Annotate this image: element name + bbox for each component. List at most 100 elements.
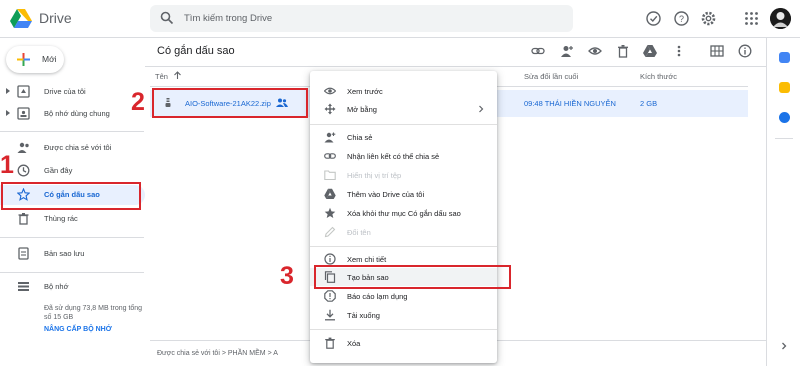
help-icon[interactable]: ? [673,10,690,27]
drive-logo-icon[interactable] [10,9,32,28]
sidebar-divider [0,237,144,238]
info-icon[interactable] [738,44,752,58]
link-icon[interactable] [531,44,545,58]
search-bar[interactable]: Tìm kiếm trong Drive [150,5,573,32]
share-icon [324,132,336,143]
menu-item-show-location[interactable]: Hiển thị vị trí tệp [310,166,497,184]
sidebar-item-shared-with-me[interactable]: Được chia sẻ với tôi [0,138,145,158]
menu-item-label: Đổi tên [347,228,371,237]
page-title: Có gắn dấu sao [157,45,235,57]
annotation-box-starred [1,182,141,210]
menu-item-label: Hiển thị vị trí tệp [347,171,402,180]
sidebar-item-label: Thùng rác [44,214,78,223]
svg-text:?: ? [679,14,684,24]
preview-eye-icon[interactable] [588,44,602,58]
menu-item-add-to-drive[interactable]: Thêm vào Drive của tôi [310,185,497,203]
link-icon [324,153,336,159]
file-size: 2 GB [640,99,658,108]
menu-separator [310,329,497,330]
storage-usage-text: Đã sử dụng 73,8 MB trong tổng số 15 GB [44,305,143,321]
add-to-drive-icon [324,188,336,199]
menu-item-label: Báo cáo lạm dụng [347,292,408,301]
expand-arrow-icon[interactable] [6,110,10,116]
context-menu: Xem trước Mở bằng Chia sẻ Nhận liên kết … [310,71,497,363]
keep-icon[interactable] [779,82,790,93]
sort-arrow-up-icon[interactable] [173,71,182,80]
side-panel-divider [775,138,793,139]
menu-item-report-abuse[interactable]: Báo cáo lạm dụng [310,287,497,305]
breadcrumb-separator: > [267,350,272,357]
search-input[interactable]: Tìm kiếm trong Drive [184,13,272,24]
menu-item-download[interactable]: Tải xuống [310,306,497,324]
sidebar-item-label: Bộ nhớ [44,282,69,291]
file-modified: 09:48 THÁI HIỀN NGUYỄN [524,99,616,108]
search-icon[interactable] [160,11,174,25]
menu-item-remove-star[interactable]: Xóa khỏi thư mục Có gắn dấu sao [310,204,497,222]
shared-drives-icon [17,107,30,120]
sidebar-item-backups[interactable]: Bản sao lưu [0,244,145,264]
calendar-icon[interactable] [779,52,790,63]
breadcrumb-separator: > [221,350,226,357]
sidebar-item-trash[interactable]: Thùng rác [0,209,145,229]
my-drive-icon [17,85,30,98]
sidebar-item-label: Gần đây [44,166,73,175]
menu-item-preview[interactable]: Xem trước [310,82,497,100]
menu-item-label: Xem trước [347,87,383,96]
sidebar-item-my-drive[interactable]: Drive của tôi [0,82,145,102]
storage-icon [18,282,29,291]
menu-item-label: Thêm vào Drive của tôi [347,190,425,199]
column-header-name[interactable]: Tên [155,72,168,81]
trash-icon [325,337,335,349]
trash-icon [18,213,29,225]
grid-view-icon[interactable] [710,44,724,58]
breadcrumb-file[interactable]: A [273,350,278,357]
star-icon [324,207,336,218]
menu-item-share[interactable]: Chia sẻ [310,128,497,146]
apps-grid-icon[interactable] [743,10,760,27]
info-icon [324,253,336,265]
menu-item-rename[interactable]: Đổi tên [310,223,497,241]
sidebar-item-recent[interactable]: Gần đây [0,161,145,181]
sidebar-item-label: Được chia sẻ với tôi [44,143,112,152]
tasks-icon[interactable] [779,112,790,123]
upgrade-storage-link[interactable]: NÂNG CẤP BỘ NHỚ [44,326,112,333]
menu-item-get-link[interactable]: Nhận liên kết có thể chia sẻ [310,147,497,165]
expand-arrow-icon[interactable] [6,88,10,94]
menu-separator [310,124,497,125]
new-button[interactable]: Mới [6,46,64,73]
breadcrumb-folder[interactable]: PHẦN MỀM [228,350,266,357]
share-icon[interactable] [560,44,574,58]
breadcrumb-shared[interactable]: Được chia sẻ với tôi [157,350,220,357]
menu-item-label: Nhận liên kết có thể chia sẻ [347,152,440,161]
sidebar-item-label: Bộ nhớ dùng chung [44,109,110,118]
chevron-right-icon [479,105,484,113]
annotation-number-3: 3 [280,262,294,290]
offline-status-icon[interactable] [645,10,662,27]
top-bar: Drive Tìm kiếm trong Drive ? [0,0,800,38]
more-vert-icon[interactable] [672,44,686,58]
menu-item-label: Xem chi tiết [347,255,387,264]
add-to-drive-icon[interactable] [643,44,657,58]
column-header-size[interactable]: Kích thước [640,72,677,81]
sidebar-item-shared-drives[interactable]: Bộ nhớ dùng chung [0,104,145,124]
column-header-modified[interactable]: Sửa đổi lần cuối [524,72,578,81]
plus-icon [17,53,30,66]
annotation-number-1: 1 [0,151,14,179]
avatar-image-icon [770,8,791,29]
menu-item-delete[interactable]: Xóa [310,334,497,352]
delete-trash-icon[interactable] [616,44,630,58]
new-button-label: Mới [42,54,57,64]
annotation-box-make-copy [314,265,511,289]
account-avatar[interactable] [770,8,791,29]
folder-icon [324,170,336,181]
menu-separator [310,246,497,247]
chevron-right-icon[interactable] [780,342,788,350]
sidebar-item-storage[interactable]: Bộ nhớ [0,277,145,297]
settings-gear-icon[interactable] [700,10,717,27]
eye-icon [324,87,336,95]
annotation-number-2: 2 [131,88,145,116]
menu-item-open-with[interactable]: Mở bằng [310,100,497,118]
pencil-icon [324,226,336,238]
download-icon [325,309,335,321]
sidebar-item-label: Bản sao lưu [44,249,85,258]
